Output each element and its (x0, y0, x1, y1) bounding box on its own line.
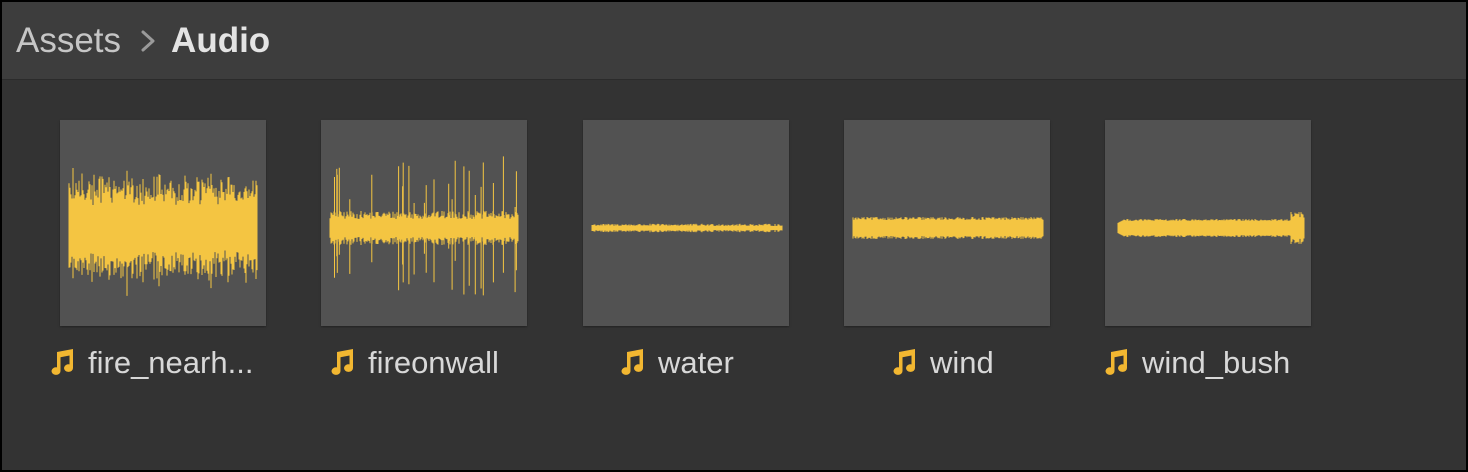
audio-clip-icon (1105, 349, 1128, 375)
asset-name: wind (930, 344, 994, 380)
asset-thumbnail (1105, 120, 1311, 326)
asset-item-fire-nearh[interactable]: fire_nearh... (2, 80, 266, 400)
asset-label-row: fireonwall (328, 342, 499, 382)
audio-clip-icon (331, 349, 354, 375)
asset-thumbnail (321, 120, 527, 326)
breadcrumb: Assets Audio (2, 2, 1466, 80)
asset-item-wind[interactable]: wind (788, 80, 1050, 400)
audio-clip-icon (51, 349, 74, 375)
breadcrumb-item-audio[interactable]: Audio (171, 23, 270, 58)
asset-thumbnail (60, 120, 266, 326)
asset-label-row: wind_bush (1102, 342, 1290, 382)
asset-name: wind_bush (1142, 344, 1291, 380)
asset-thumbnail (583, 120, 789, 326)
audio-clip-icon (893, 349, 916, 375)
waveform-preview-tapered (1117, 212, 1305, 244)
waveform-preview-band (852, 217, 1044, 239)
asset-label-row: wind (890, 342, 994, 382)
asset-item-fireonwall[interactable]: fireonwall (264, 80, 527, 400)
asset-item-water[interactable]: water (526, 80, 789, 400)
asset-name: fireonwall (368, 344, 499, 380)
waveform-preview-dense (68, 168, 258, 296)
waveform-preview-spiky (329, 156, 519, 296)
asset-label-row: fire_nearh... (48, 342, 253, 382)
breadcrumb-item-assets[interactable]: Assets (16, 23, 121, 58)
asset-thumbnail (844, 120, 1050, 326)
asset-item-wind-bush[interactable]: wind_bush (1050, 80, 1312, 400)
audio-clip-icon (621, 349, 644, 375)
asset-name: fire_nearh... (88, 344, 254, 380)
asset-grid: fire_nearh... fireonwall water wind wind… (2, 80, 1466, 470)
project-browser-window: Assets Audio fire_nearh... fireonwall wa… (2, 2, 1466, 470)
asset-label-row: water (618, 342, 734, 382)
asset-name: water (658, 344, 734, 380)
chevron-right-icon (141, 30, 155, 51)
waveform-preview-thin (591, 223, 783, 233)
